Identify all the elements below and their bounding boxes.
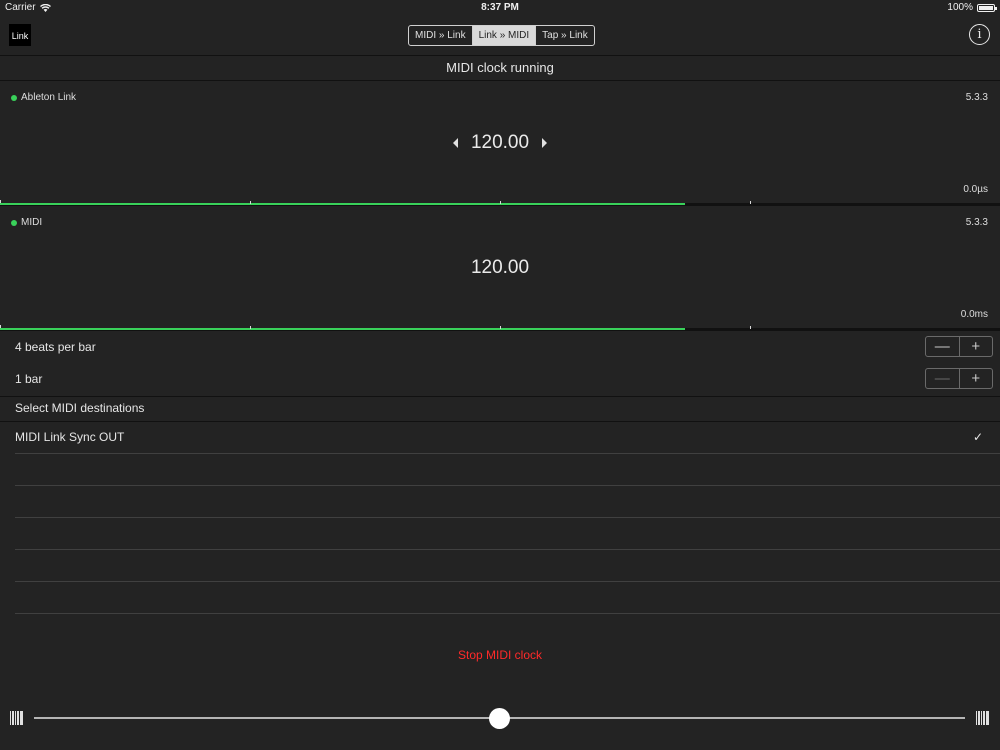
list-separator — [15, 517, 1000, 518]
battery-percent: 100% — [947, 2, 973, 13]
bars-stepper: — + — [925, 368, 993, 389]
stop-midi-clock-button[interactable]: Stop MIDI clock — [0, 648, 1000, 662]
list-separator — [15, 549, 1000, 550]
arrow-right-icon[interactable] — [542, 138, 547, 148]
divider — [0, 80, 1000, 81]
battery: 100% — [947, 2, 997, 13]
link-tempo[interactable]: 120.00 — [0, 132, 1000, 154]
bars-icon — [10, 711, 24, 725]
tab-link-to-midi[interactable]: Link » MIDI — [472, 26, 537, 45]
bars-decrement-button[interactable]: — — [926, 369, 959, 388]
info-icon[interactable]: i — [969, 24, 990, 45]
beat-tick — [750, 326, 751, 329]
midi-panel-label: MIDI — [11, 217, 42, 228]
beat-tick — [250, 326, 251, 329]
midi-version: 5.3.3 — [965, 217, 988, 228]
link-label-text: Ableton Link — [21, 92, 77, 103]
info-glyph: i — [977, 27, 982, 42]
destinations-header: Select MIDI destinations — [15, 401, 145, 415]
link-latency: 0.0µs — [963, 184, 988, 195]
tab-midi-to-link[interactable]: MIDI » Link — [409, 26, 473, 45]
list-separator — [15, 613, 1000, 614]
link-logo: Link — [9, 24, 31, 46]
link-panel-label: Ableton Link — [11, 92, 76, 103]
beats-per-bar-stepper: — + — [925, 336, 993, 357]
status-bar: Carrier 8:37 PM 100% — [0, 0, 1000, 16]
battery-icon — [977, 3, 997, 12]
divider — [0, 205, 1000, 206]
bars-label: 1 bar — [15, 372, 43, 386]
mode-segmented-control: MIDI » Link Link » MIDI Tap » Link — [408, 25, 595, 46]
divider — [0, 396, 1000, 397]
beats-decrement-button[interactable]: — — [926, 337, 959, 356]
beat-tick — [500, 326, 501, 329]
clock-status: MIDI clock running — [446, 60, 554, 75]
list-separator — [15, 581, 1000, 582]
beat-tick — [750, 201, 751, 204]
bars-icon — [976, 711, 990, 725]
divider — [0, 330, 1000, 331]
beats-per-bar-label: 4 beats per bar — [15, 340, 96, 354]
beat-tick — [0, 325, 1, 328]
link-version: 5.3.3 — [965, 92, 988, 103]
divider — [0, 421, 1000, 422]
clock-time: 8:37 PM — [481, 2, 519, 13]
beat-tick — [250, 201, 251, 204]
beat-tick — [500, 201, 501, 204]
checkmark-icon: ✓ — [973, 430, 984, 444]
list-separator — [15, 485, 1000, 486]
midi-tempo: 120.00 — [470, 257, 530, 278]
midi-latency: 0.0ms — [960, 309, 988, 320]
tab-tap-to-link[interactable]: Tap » Link — [536, 26, 594, 45]
beat-tick — [0, 200, 1, 203]
beats-increment-button[interactable]: + — [960, 337, 993, 356]
midi-status-dot — [11, 219, 17, 226]
list-separator — [15, 453, 1000, 454]
link-status-dot — [11, 94, 17, 101]
midi-label-text: MIDI — [21, 217, 43, 228]
destination-item-label[interactable]: MIDI Link Sync OUT — [15, 430, 124, 444]
bars-increment-button[interactable]: + — [960, 369, 993, 388]
slider-thumb[interactable] — [489, 708, 510, 729]
